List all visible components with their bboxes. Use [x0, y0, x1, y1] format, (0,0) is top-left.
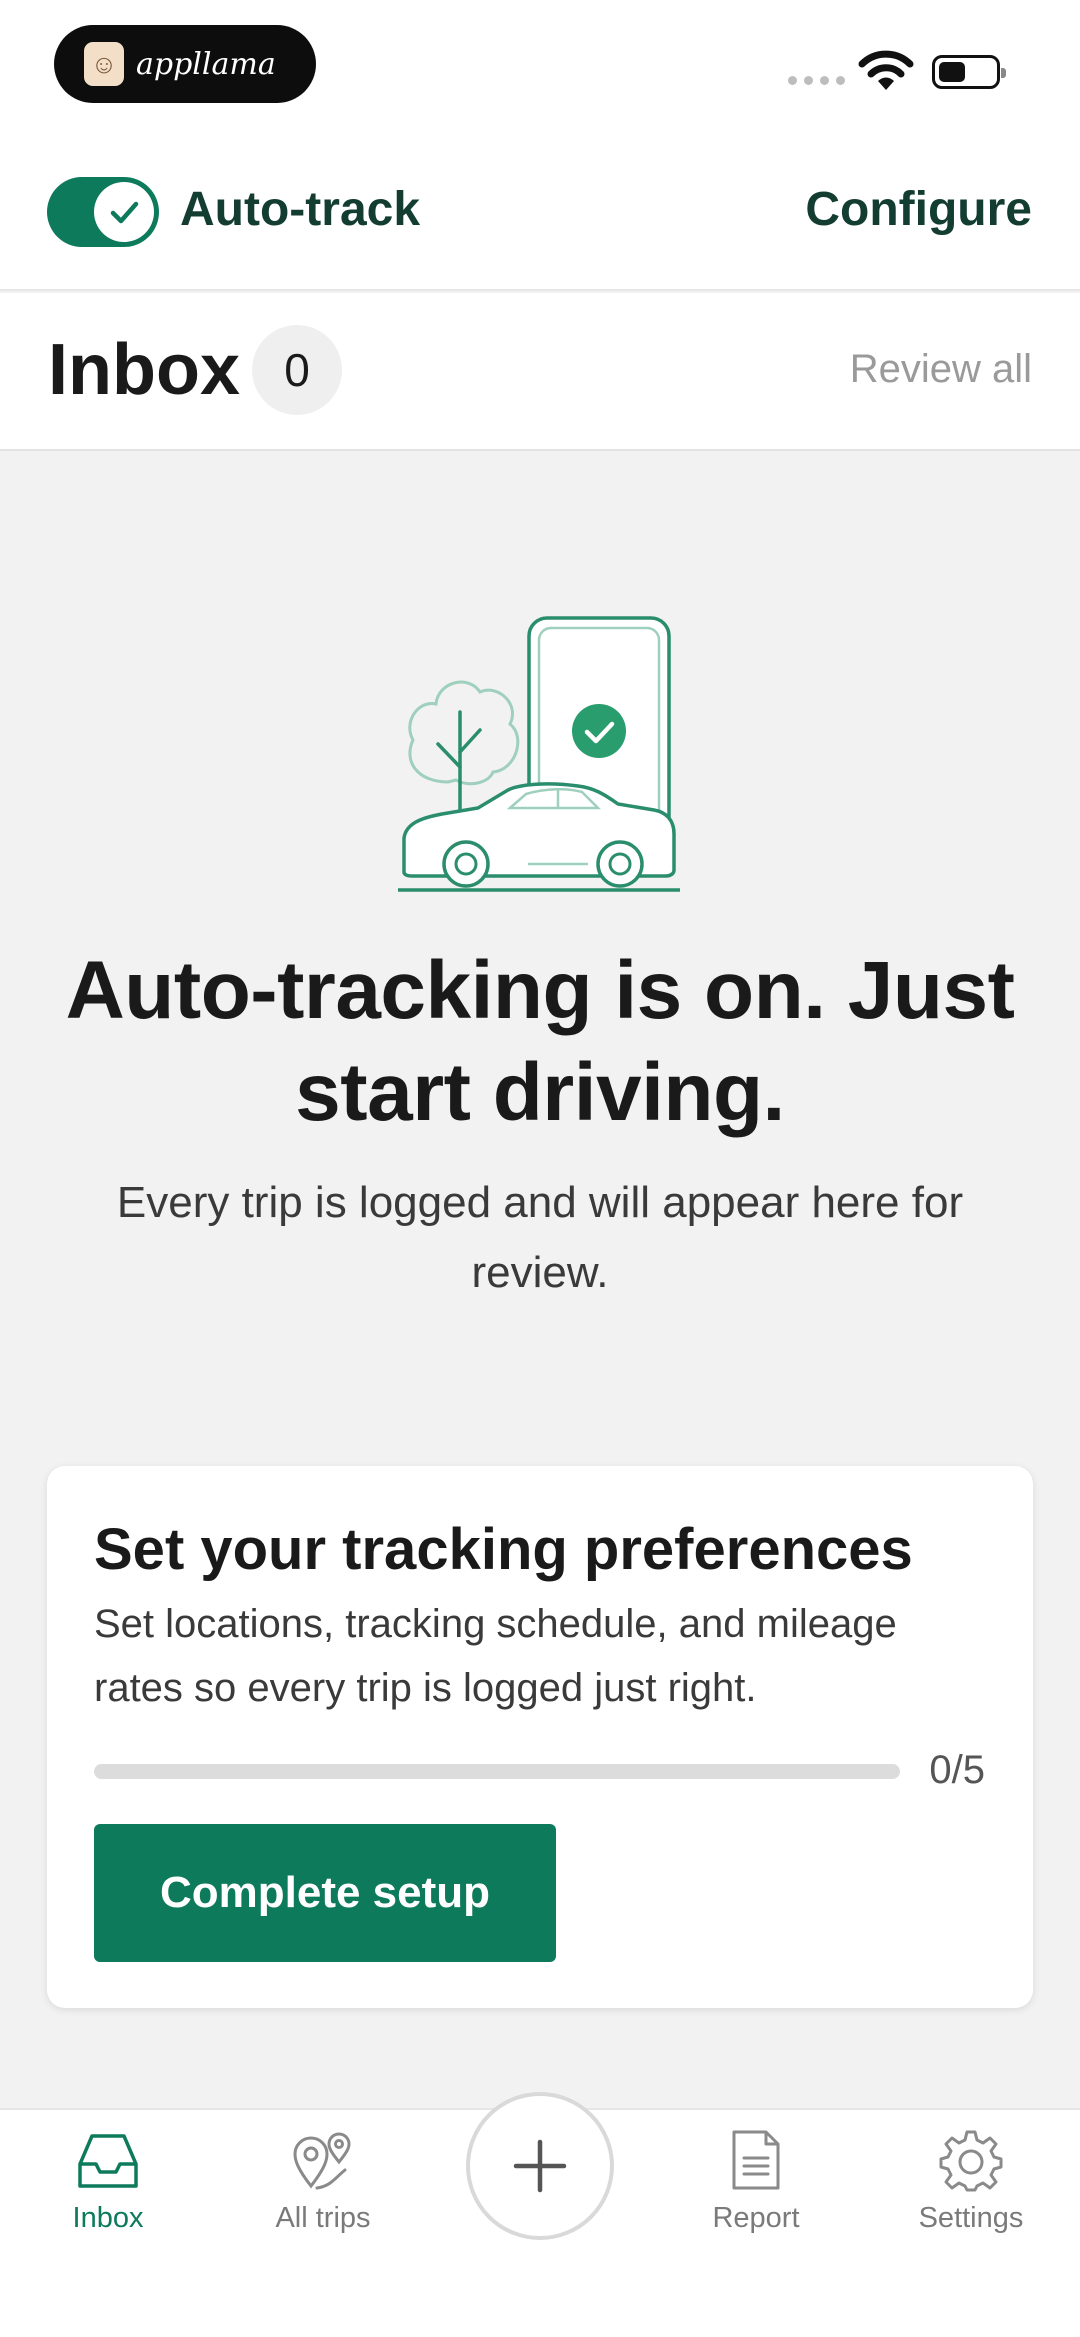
wifi-icon	[858, 50, 914, 90]
setup-card-title: Set your tracking preferences	[94, 1517, 913, 1582]
checkmark-icon	[94, 182, 154, 242]
page-title: Inbox	[48, 330, 240, 410]
auto-track-toggle[interactable]	[47, 177, 159, 247]
tab-report[interactable]: Report	[666, 2128, 846, 2235]
auto-track-label: Auto-track	[180, 183, 421, 236]
plus-icon	[513, 2139, 567, 2193]
review-all-button[interactable]: Review all	[850, 347, 1032, 392]
tab-inbox[interactable]: Inbox	[18, 2128, 198, 2235]
empty-state-title: Auto-tracking is on. Just start driving.	[65, 945, 1015, 1138]
bottom-tab-bar: Inbox All trips Report Settings	[0, 2092, 1080, 2337]
empty-state-subtitle: Every trip is logged and will appear her…	[116, 1178, 964, 1297]
tab-settings[interactable]: Settings	[881, 2128, 1061, 2235]
check-circle-icon	[572, 704, 626, 758]
inbox-tray-icon	[78, 2134, 138, 2188]
status-bar: ☺ appllama	[0, 0, 1080, 140]
tab-label: All trips	[275, 2202, 371, 2234]
car-phone-illustration	[398, 616, 680, 892]
complete-setup-button[interactable]: Complete setup	[94, 1824, 556, 1962]
tree-icon	[408, 680, 520, 786]
setup-progress-bar	[94, 1764, 900, 1779]
tab-label: Inbox	[72, 2202, 144, 2234]
setup-card-description: Set locations, tracking schedule, and mi…	[94, 1602, 897, 1710]
gear-icon	[939, 2130, 1003, 2192]
tab-all-trips[interactable]: All trips	[233, 2128, 413, 2235]
battery-icon	[932, 55, 1006, 89]
map-pins-icon	[293, 2132, 351, 2190]
tab-label: Settings	[918, 2202, 1024, 2234]
setup-progress-label: 0/5	[929, 1748, 985, 1792]
setup-card: Set your tracking preferences Set locati…	[47, 1466, 1033, 2008]
configure-button[interactable]: Configure	[805, 182, 1032, 237]
auto-track-bar: Auto-track Configure	[0, 140, 1080, 291]
inbox-header: Inbox 0 Review all	[0, 293, 1080, 451]
add-trip-button[interactable]	[466, 2092, 614, 2240]
tab-label: Report	[712, 2202, 800, 2234]
inbox-count-badge: 0	[252, 325, 342, 415]
llama-logo-icon: ☺	[84, 42, 124, 86]
app-brand-pill: ☺ appllama	[54, 25, 316, 103]
app-brand-name: appllama	[136, 46, 276, 82]
cellular-signal-icon	[788, 76, 845, 85]
document-icon	[732, 2130, 780, 2190]
